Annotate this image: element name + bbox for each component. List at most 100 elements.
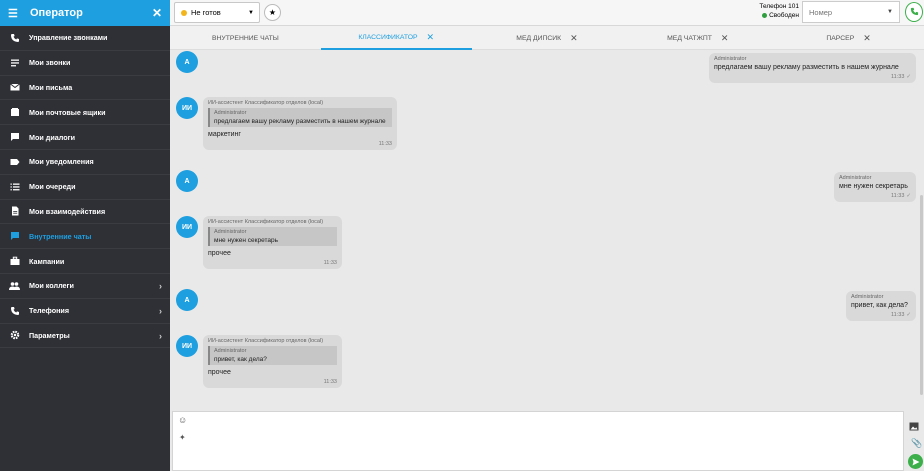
topbar: Не готов ▼ ★ Телефон 101 Свободен ▼ (170, 0, 924, 26)
quote-author: Administrator (214, 348, 247, 354)
sparkle-icon[interactable]: ✦ (179, 433, 186, 442)
message-composer[interactable]: ☺ ✦ (172, 411, 904, 471)
quoted-message: Administrator привет, как дела? (208, 346, 337, 365)
chat-icon (9, 132, 20, 143)
caret-down-icon: ▼ (248, 10, 254, 16)
sidebar: ☰ Оператор ✕ Управление звонками Мои зво… (0, 0, 170, 471)
tab-parser[interactable]: ПАРСЕР ✕ (773, 26, 924, 50)
quote-author: Administrator (214, 110, 247, 116)
avatar: А (176, 170, 198, 192)
number-input[interactable] (802, 1, 900, 23)
message-time: 11:33 (891, 193, 905, 199)
close-tab-icon[interactable]: ✕ (721, 33, 729, 44)
check-icon: ✓ (906, 193, 911, 199)
message-time: 11:33 (891, 74, 905, 80)
message-author: Administrator (851, 294, 884, 300)
sidebar-item-colleagues[interactable]: Мои коллеги › (0, 274, 170, 299)
status-label: Не готов (191, 8, 221, 17)
close-tab-icon[interactable]: ✕ (427, 32, 435, 43)
close-tab-icon[interactable]: ✕ (863, 33, 871, 44)
sidebar-item-internal-chats[interactable]: Внутренние чаты (0, 224, 170, 250)
sidebar-item-label: Телефония (29, 306, 70, 316)
message-time: 11:33 (891, 312, 905, 318)
incoming-message: ИИ-ассистент Классификатор отделов (loca… (203, 97, 397, 150)
tab-internal-chats[interactable]: ВНУТРЕННИЕ ЧАТЫ (170, 26, 321, 50)
sidebar-item-label: Мои письма (29, 82, 73, 92)
sidebar-item-label: Мои взаимодействия (29, 206, 106, 216)
message-text: привет, как дела? (851, 302, 908, 309)
status-dot (181, 9, 187, 16)
sidebar-item-label: Кампании (29, 256, 65, 266)
gear-icon (9, 330, 20, 341)
sidebar-item-telephony[interactable]: Телефония › (0, 299, 170, 324)
tab-med-deepseek[interactable]: МЕД ДИПСИК ✕ (472, 26, 623, 50)
tab-label: КЛАССИФИКАТОР (358, 33, 418, 41)
message-text: мне нужен секретарь (839, 183, 908, 190)
chevron-right-icon: › (159, 280, 162, 291)
sidebar-item-label: Мои диалоги (29, 132, 76, 142)
status-free-dot (762, 13, 768, 18)
sidebar-item-my-dialogs[interactable]: Мои диалоги (0, 125, 170, 150)
queue-icon (9, 181, 20, 192)
avatar: А (176, 51, 198, 73)
sidebar-item-call-management[interactable]: Управление звонками (0, 26, 170, 51)
sidebar-item-my-queues[interactable]: Мои очереди (0, 175, 170, 200)
chat-area: А Administrator предлагаем вашу рекламу … (170, 50, 924, 410)
label-icon (9, 156, 20, 167)
people-icon (9, 280, 20, 291)
message-author: ИИ-ассистент Классификатор отделов (loca… (208, 100, 324, 106)
star-button[interactable]: ★ (264, 4, 281, 21)
avatar: ИИ (176, 335, 198, 357)
sidebar-item-label: Параметры (29, 330, 70, 340)
quote-author: Administrator (214, 229, 247, 235)
sidebar-item-my-notifications[interactable]: Мои уведомления (0, 150, 170, 175)
sidebar-title: Оператор (30, 7, 83, 19)
close-icon[interactable]: ✕ (152, 6, 162, 20)
sidebar-item-my-calls[interactable]: Мои звонки (0, 51, 170, 76)
menu-icon[interactable]: ☰ (8, 7, 22, 20)
sidebar-item-parameters[interactable]: Параметры › (0, 324, 170, 349)
incoming-message: ИИ-ассистент Классификатор отделов (loca… (203, 335, 342, 388)
phone-icon (9, 305, 20, 316)
send-button[interactable] (908, 454, 923, 469)
scrollbar[interactable] (920, 195, 923, 395)
sidebar-item-label: Мои коллеги (29, 281, 74, 291)
caret-down-icon[interactable]: ▼ (887, 9, 893, 15)
sidebar-item-campaigns[interactable]: Кампании (0, 249, 170, 274)
check-icon: ✓ (906, 312, 911, 318)
attach-icon[interactable]: 📎 (911, 438, 922, 449)
phone-icon (910, 3, 919, 21)
call-button[interactable] (905, 2, 923, 22)
outgoing-message: Administrator предлагаем вашу рекламу ра… (709, 53, 916, 83)
message-text: прочее (208, 250, 231, 257)
sidebar-item-label: Управление звонками (29, 33, 108, 43)
chat-tabs: ВНУТРЕННИЕ ЧАТЫ КЛАССИФИКАТОР ✕ МЕД ДИПСИ… (170, 26, 924, 50)
image-icon[interactable] (909, 418, 919, 436)
chat-bubble-icon (9, 231, 20, 242)
message-text: предлагаем вашу рекламу разместить в наш… (714, 64, 899, 71)
message-time: 11:33 (323, 260, 337, 266)
sidebar-item-label: Мои звонки (29, 58, 71, 68)
mail-icon (9, 82, 20, 93)
sidebar-item-my-mailboxes[interactable]: Мои почтовые ящики (0, 100, 170, 126)
tab-label: ПАРСЕР (826, 34, 855, 42)
close-tab-icon[interactable]: ✕ (570, 33, 578, 44)
chevron-right-icon: › (159, 330, 162, 341)
tab-med-chatgpt[interactable]: МЕД ЧАТЖПТ ✕ (622, 26, 773, 50)
sidebar-item-label: Мои очереди (29, 182, 76, 192)
mailbox-icon (9, 107, 20, 118)
check-icon: ✓ (906, 74, 911, 80)
status-select[interactable]: Не готов ▼ (174, 2, 260, 23)
send-icon (912, 453, 920, 471)
phone-label: Телефон 101 (759, 3, 799, 10)
phone-status: Свободен (769, 12, 799, 19)
tab-classifier[interactable]: КЛАССИФИКАТОР ✕ (320, 26, 472, 50)
message-text: маркетинг (208, 131, 241, 138)
message-author: ИИ-ассистент Классификатор отделов (loca… (208, 338, 324, 344)
emoji-icon[interactable]: ☺ (178, 415, 187, 425)
sidebar-item-my-interactions[interactable]: Мои взаимодействия (0, 200, 170, 225)
avatar: ИИ (176, 97, 198, 119)
incoming-message: ИИ-ассистент Классификатор отделов (loca… (203, 216, 342, 269)
avatar: А (176, 289, 198, 311)
sidebar-item-my-letters[interactable]: Мои письма (0, 76, 170, 101)
